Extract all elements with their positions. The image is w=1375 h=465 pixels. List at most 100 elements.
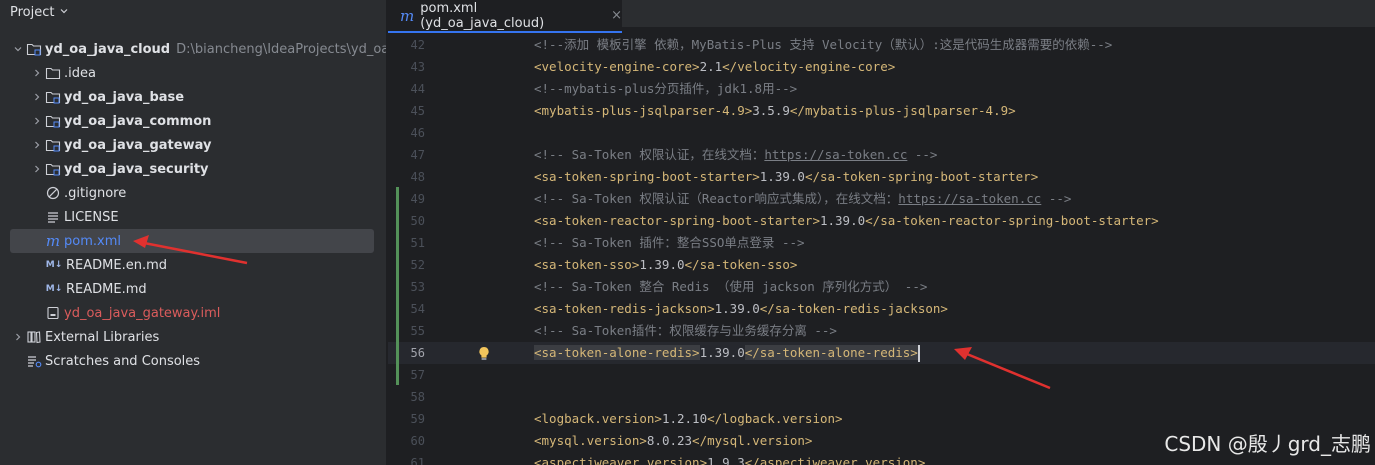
tab-pom-xml[interactable]: m pom.xml (yd_oa_java_cloud) ×: [388, 0, 622, 33]
code-text: 1.9.3: [707, 455, 745, 465]
close-icon[interactable]: ×: [611, 8, 622, 23]
tree-item-yd-oa-java-base[interactable]: yd_oa_java_base: [0, 85, 386, 109]
module-folder-icon: [45, 137, 61, 153]
chevron-right-icon[interactable]: [10, 329, 26, 345]
markdown-icon: M↓: [45, 284, 63, 294]
code-line[interactable]: <!--添加 模板引擎 依赖，MyBatis-Plus 支持 Velocity（…: [534, 34, 1112, 56]
line-number[interactable]: 52: [388, 254, 425, 276]
tree-item-label: yd_oa_java_gateway.iml: [64, 305, 221, 321]
maven-icon: m: [45, 232, 61, 250]
ignore-file-icon: [45, 185, 61, 201]
chevron-down-icon[interactable]: [59, 5, 69, 20]
project-tree: yd_oa_java_cloud D:\biancheng\IdeaProjec…: [0, 37, 386, 373]
line-number[interactable]: 51: [388, 232, 425, 254]
code-text: 1.39.0: [639, 257, 685, 272]
code-line[interactable]: <mybatis-plus-jsqlparser-4.9>3.5.9</myba…: [534, 100, 1016, 122]
tree-item-iml-file[interactable]: yd_oa_java_gateway.iml: [0, 301, 386, 325]
tree-item-yd-oa-java-security[interactable]: yd_oa_java_security: [0, 157, 386, 181]
library-icon: [26, 329, 42, 345]
code-tag: </logback.version>: [707, 411, 843, 426]
code-tag: </sa-token-alone-redis>: [744, 345, 918, 360]
tree-item-yd-oa-java-gateway[interactable]: yd_oa_java_gateway: [0, 133, 386, 157]
code-line[interactable]: <mysql.version>8.0.23</mysql.version>: [534, 430, 812, 452]
code-line[interactable]: <!-- Sa-Token 插件：整合SSO单点登录 -->: [534, 232, 805, 254]
module-folder-icon: [45, 89, 61, 105]
line-number[interactable]: 55: [388, 320, 425, 342]
chevron-right-icon[interactable]: [29, 113, 45, 129]
chevron-right-icon[interactable]: [29, 137, 45, 153]
chevron-down-icon[interactable]: [10, 41, 26, 57]
code-line[interactable]: <!-- Sa-Token 权限认证，在线文档：https://sa-token…: [534, 144, 937, 166]
code-comment: <!-- Sa-Token 权限认证（Reactor响应式集成），在线文档：: [534, 191, 899, 206]
code-line[interactable]: <logback.version>1.2.10</logback.version…: [534, 408, 843, 430]
project-panel-header[interactable]: Project: [0, 0, 386, 25]
line-number[interactable]: 45: [388, 100, 425, 122]
code-line[interactable]: <sa-token-redis-jackson>1.39.0</sa-token…: [534, 298, 948, 320]
tree-item-external-libraries[interactable]: External Libraries: [0, 325, 386, 349]
tree-item-label: .gitignore: [64, 185, 127, 201]
chevron-right-icon[interactable]: [29, 161, 45, 177]
code-area[interactable]: <!--添加 模板引擎 依赖，MyBatis-Plus 支持 Velocity（…: [534, 34, 1375, 465]
tree-item-label: LICENSE: [64, 209, 119, 225]
tree-item-scratches[interactable]: Scratches and Consoles: [0, 349, 386, 373]
code-text: 1.39.0: [759, 169, 805, 184]
code-tag: <aspectjweaver.version>: [534, 455, 708, 465]
line-number[interactable]: 47: [388, 144, 425, 166]
line-number[interactable]: 49: [388, 188, 425, 210]
code-line[interactable]: <velocity-engine-core>2.1</velocity-engi…: [534, 56, 895, 78]
line-number-gutter: 42 43 44 45 46 47 48 49 50 51 52 53 54 55 56 57 58 59 60 61: [388, 34, 468, 465]
code-comment: <!-- Sa-Token 插件：整合SSO单点登录 -->: [534, 235, 805, 250]
project-tool-window: Project yd_oa_java_cloud D:\biancheng\Id…: [0, 0, 387, 465]
watermark: CSDN @殷丿grd_志鹏: [1164, 432, 1371, 456]
vcs-change-marker[interactable]: [396, 187, 399, 385]
code-line[interactable]: <!-- Sa-Token 整合 Redis （使用 jackson 序列化方式…: [534, 276, 927, 298]
code-tag: <sa-token-spring-boot-starter>: [534, 169, 760, 184]
tree-item-label: yd_oa_java_base: [64, 89, 185, 105]
line-number[interactable]: 44: [388, 78, 425, 100]
tree-item-yd-oa-java-cloud[interactable]: yd_oa_java_cloud D:\biancheng\IdeaProjec…: [0, 37, 386, 61]
line-number[interactable]: 50: [388, 210, 425, 232]
line-number[interactable]: 54: [388, 298, 425, 320]
line-number[interactable]: 60: [388, 430, 425, 452]
code-comment: <!--添加 模板引擎 依赖，MyBatis-Plus 支持 Velocity（…: [534, 37, 1113, 52]
code-line[interactable]: <!-- Sa-Token插件：权限缓存与业务缓存分离 -->: [534, 320, 837, 342]
line-number[interactable]: 42: [388, 34, 425, 56]
iml-file-icon: [45, 305, 61, 321]
tree-item-label: yd_oa_java_cloud: [45, 41, 171, 57]
annotation-arrow-icon: [954, 347, 1051, 390]
code-line[interactable]: <aspectjweaver.version>1.9.3</aspectjwea…: [534, 452, 925, 465]
tree-item-yd-oa-java-common[interactable]: yd_oa_java_common: [0, 109, 386, 133]
tree-item-idea[interactable]: .idea: [0, 61, 386, 85]
code-tag: </mybatis-plus-jsqlparser-4.9>: [789, 103, 1016, 118]
line-number[interactable]: 59: [388, 408, 425, 430]
annotation-arrow-icon: [133, 235, 248, 265]
code-line[interactable]: <sa-token-alone-redis>1.39.0</sa-token-a…: [534, 342, 920, 364]
chevron-right-icon[interactable]: [29, 65, 45, 81]
code-line[interactable]: <!-- Sa-Token 权限认证（Reactor响应式集成），在线文档：ht…: [534, 188, 1071, 210]
line-number[interactable]: 46: [388, 122, 425, 144]
line-number[interactable]: 43: [388, 56, 425, 78]
text-caret: [917, 345, 920, 362]
lightbulb-icon[interactable]: [477, 342, 491, 364]
code-line[interactable]: <sa-token-spring-boot-starter>1.39.0</sa…: [534, 166, 1038, 188]
line-number[interactable]: 61: [388, 452, 425, 465]
code-line[interactable]: <!--mybatis-plus分页插件，jdk1.8用-->: [534, 78, 797, 100]
chevron-right-icon[interactable]: [29, 89, 45, 105]
tree-item-license[interactable]: LICENSE: [0, 205, 386, 229]
code-text: 1.39.0: [699, 345, 745, 360]
code-tag: </mysql.version>: [692, 433, 813, 448]
line-number[interactable]: 53: [388, 276, 425, 298]
code-link[interactable]: https://sa-token.cc: [898, 191, 1041, 206]
code-link[interactable]: https://sa-token.cc: [764, 147, 907, 162]
line-number[interactable]: 58: [388, 386, 425, 408]
maven-icon: m: [400, 6, 415, 25]
tree-item-readme-md[interactable]: M↓ README.md: [0, 277, 386, 301]
module-folder-icon: [45, 161, 61, 177]
code-tag: </sa-token-reactor-spring-boot-starter>: [865, 213, 1159, 228]
line-number[interactable]: 56: [388, 342, 425, 364]
code-line[interactable]: <sa-token-sso>1.39.0</sa-token-sso>: [534, 254, 797, 276]
line-number[interactable]: 48: [388, 166, 425, 188]
code-line[interactable]: <sa-token-reactor-spring-boot-starter>1.…: [534, 210, 1159, 232]
tree-item-gitignore[interactable]: .gitignore: [0, 181, 386, 205]
line-number[interactable]: 57: [388, 364, 425, 386]
